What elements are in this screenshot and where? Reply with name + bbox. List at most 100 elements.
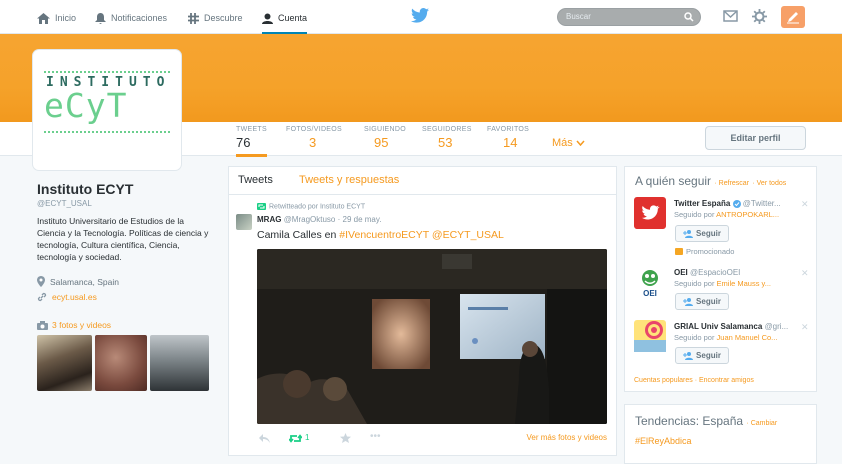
tweet-author-avatar[interactable] xyxy=(236,214,252,230)
tweet-mention[interactable]: @ECYT_USAL xyxy=(432,229,504,241)
twitter-bird-icon xyxy=(642,205,660,220)
stat-favorites[interactable]: FAVORITOS 14 xyxy=(487,126,529,150)
home-icon xyxy=(37,12,50,24)
compose-tweet-button[interactable] xyxy=(781,6,805,28)
media-thumbnail[interactable] xyxy=(150,335,209,391)
more-photos-link[interactable]: Ver más fotos y videos xyxy=(527,433,607,442)
follow-label: Seguir xyxy=(696,229,721,238)
tab-tweets-replies[interactable]: Tweets y respuestas xyxy=(299,174,399,186)
follow-button[interactable]: Seguir xyxy=(675,225,729,242)
retweet-icon[interactable] xyxy=(289,434,302,443)
suggestion-followed-by: Seguido por ANTROPOKARL... xyxy=(674,210,779,219)
avatar-dots-bottom xyxy=(44,131,170,133)
reply-icon[interactable] xyxy=(259,434,270,443)
more-label: Más xyxy=(552,137,573,149)
top-navigation-bar: Inicio Notificaciones Descubre Cuenta Bu… xyxy=(0,0,842,35)
nav-account[interactable]: Cuenta xyxy=(262,9,308,35)
promoted-icon xyxy=(675,248,683,255)
who-to-follow-footer[interactable]: Cuentas populares · Encontrar amigos xyxy=(634,377,754,384)
stat-followers[interactable]: SEGUIDORES 53 xyxy=(422,126,472,150)
avatar-dots-top xyxy=(44,71,170,73)
nav-home-label: Inicio xyxy=(55,13,77,23)
suggestion-handle: @EspacioOEI xyxy=(690,268,741,277)
followed-by-user[interactable]: Juan Manuel Co... xyxy=(717,333,778,342)
stat-label: SEGUIDORES xyxy=(422,126,472,133)
tweet-date[interactable]: · 29 de may. xyxy=(338,215,382,224)
stat-value: 3 xyxy=(309,135,317,150)
tweet-author-handle[interactable]: @MragOktuso xyxy=(284,215,336,224)
followed-by-prefix: Seguido por xyxy=(674,279,717,288)
follow-label: Seguir xyxy=(696,297,721,306)
messages-icon[interactable] xyxy=(723,9,738,23)
stat-value: 53 xyxy=(438,135,453,150)
retweet-note[interactable]: Retwitteado por Instituto ECYT xyxy=(257,203,365,210)
suggestion-name[interactable]: GRIAL Univ Salamanca @gri... xyxy=(674,322,788,331)
timeline-tabs: Tweets Tweets y respuestas xyxy=(229,167,616,195)
dismiss-icon[interactable]: ✕ xyxy=(801,322,809,333)
media-thumbnail[interactable] xyxy=(95,335,147,391)
add-user-icon xyxy=(683,229,694,238)
compose-icon xyxy=(787,12,799,24)
grial-logo-icon xyxy=(634,321,666,352)
dismiss-icon[interactable]: ✕ xyxy=(801,268,809,279)
trends-title: Tendencias: España xyxy=(635,414,744,428)
follow-label: Seguir xyxy=(696,351,721,360)
dismiss-icon[interactable]: ✕ xyxy=(801,199,809,210)
suggestion-avatar[interactable]: OEI xyxy=(634,266,666,298)
suggestion-name[interactable]: OEI @EspacioOEI xyxy=(674,268,740,277)
link-icon xyxy=(37,292,47,302)
follow-button[interactable]: Seguir xyxy=(675,347,729,364)
hashtag-icon xyxy=(188,12,199,24)
more-options-icon[interactable]: ••• xyxy=(370,431,381,442)
twitter-bird-icon[interactable] xyxy=(411,8,429,26)
nav-account-label: Cuenta xyxy=(278,13,308,23)
avatar-text-ecyt: eCyT xyxy=(44,86,128,125)
follow-button[interactable]: Seguir xyxy=(675,293,729,310)
profile-avatar[interactable]: INSTITUTO eCyT xyxy=(33,50,181,170)
tweet-text: Camila Calles en #IVencuentroECYT @ECYT_… xyxy=(257,229,504,241)
stat-photos[interactable]: FOTOS/VIDEOS 3 xyxy=(286,126,342,150)
tweet-header: MRAG @MragOktuso · 29 de may. xyxy=(257,215,382,224)
followed-by-user[interactable]: ANTROPOKARL... xyxy=(716,210,779,219)
stat-following[interactable]: SIGUIENDO 95 xyxy=(364,126,406,150)
who-to-follow-header: A quién seguir · Refrescar · Ver todos xyxy=(635,174,786,188)
oei-logo-icon: OEI xyxy=(642,270,658,298)
bell-icon xyxy=(95,12,106,24)
nav-home[interactable]: Inicio xyxy=(37,9,76,27)
edit-profile-button[interactable]: Editar perfil xyxy=(705,126,806,150)
location-pin-icon xyxy=(37,276,45,287)
view-all-link[interactable]: · Ver todos xyxy=(752,180,786,187)
profile-url[interactable]: ecyt.usal.es xyxy=(37,292,97,302)
favorite-star-icon[interactable] xyxy=(340,433,351,443)
profile-handle[interactable]: @ECYT_USAL xyxy=(37,199,92,208)
nav-notifications[interactable]: Notificaciones xyxy=(95,9,167,27)
nav-discover[interactable]: Descubre xyxy=(188,9,243,27)
search-icon[interactable] xyxy=(684,12,694,22)
suggestion-avatar[interactable] xyxy=(634,320,666,352)
suggestion-display-name: Twitter España xyxy=(674,199,731,208)
media-thumbnail[interactable] xyxy=(37,335,92,391)
tweet-actions: 1 ••• Ver más fotos y videos xyxy=(257,431,607,445)
tweet-hashtag[interactable]: #IVencuentroECYT xyxy=(339,229,429,241)
search-input[interactable]: Buscar xyxy=(557,8,701,26)
suggestion-display-name: OEI xyxy=(674,268,688,277)
promoted-text: Promocionado xyxy=(686,247,735,256)
trend-item[interactable]: #ElReyAbdica xyxy=(635,436,692,446)
profile-name[interactable]: Instituto ECYT xyxy=(37,181,133,197)
tweet-media-photo[interactable] xyxy=(257,249,607,424)
more-menu[interactable]: Más xyxy=(552,137,585,149)
search-placeholder: Buscar xyxy=(566,12,591,21)
stat-tweets[interactable]: TWEETS 76 xyxy=(236,126,267,157)
suggestion-name[interactable]: Twitter España @Twitter... xyxy=(674,199,781,208)
trends-change-link[interactable]: · Cambiar xyxy=(746,420,777,427)
suggestion-avatar[interactable] xyxy=(634,197,666,229)
tab-tweets[interactable]: Tweets xyxy=(238,174,273,186)
tweet-author-name[interactable]: MRAG xyxy=(257,215,281,224)
nav-discover-label: Descubre xyxy=(204,13,243,23)
profile-location: Salamanca, Spain xyxy=(37,276,119,287)
suggestion-followed-by: Seguido por Juan Manuel Co... xyxy=(674,333,777,342)
followed-by-user[interactable]: Emile Mauss y... xyxy=(717,279,771,288)
refresh-link[interactable]: · Refrescar xyxy=(714,180,749,187)
gear-icon[interactable] xyxy=(752,9,767,24)
photos-videos-link[interactable]: 3 fotos y videos xyxy=(37,320,111,330)
